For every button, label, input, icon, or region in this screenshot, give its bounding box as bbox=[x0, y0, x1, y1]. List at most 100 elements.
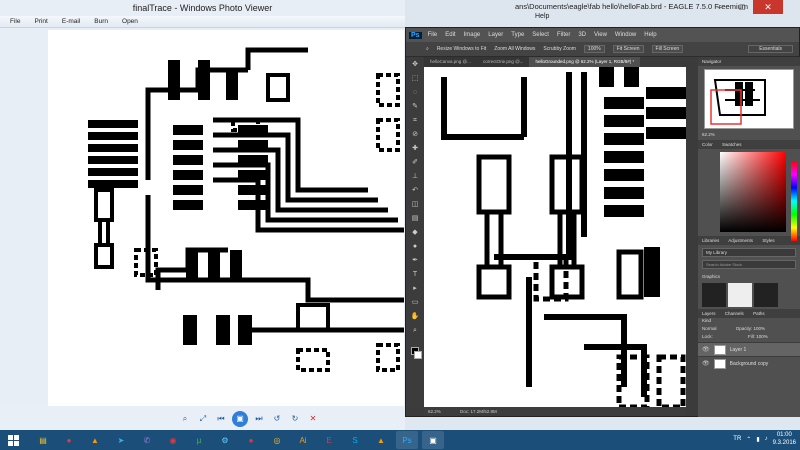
hand-graphic-thumb[interactable] bbox=[754, 283, 778, 307]
eagle-help-menu[interactable]: Help bbox=[535, 13, 549, 20]
menu-file[interactable]: File bbox=[10, 16, 20, 27]
brush-tool-icon[interactable]: ✐ bbox=[409, 157, 421, 169]
layer-filter-kind[interactable]: Kind bbox=[698, 318, 800, 326]
ps-menu-image[interactable]: Image bbox=[464, 32, 481, 38]
eyedropper-tool-icon[interactable]: ⊘ bbox=[409, 129, 421, 141]
paths-tab[interactable]: Paths bbox=[753, 311, 765, 316]
shape-tool-icon[interactable]: ▭ bbox=[409, 297, 421, 309]
blend-mode-value[interactable]: Normal bbox=[702, 326, 717, 331]
doc-tab[interactable]: helloCanva.png @... bbox=[424, 57, 477, 67]
healing-tool-icon[interactable]: ✚ bbox=[409, 143, 421, 155]
ps-menu-3d[interactable]: 3D bbox=[578, 32, 586, 38]
history-brush-tool-icon[interactable]: ↶ bbox=[409, 185, 421, 197]
ps-menu-layer[interactable]: Layer bbox=[488, 32, 503, 38]
gradient-tool-icon[interactable]: ▤ bbox=[409, 213, 421, 225]
doc-tab-active[interactable]: helloGrounded.png @ 62.2% (Layer 1, RGB/… bbox=[529, 57, 641, 67]
start-button[interactable] bbox=[0, 430, 26, 450]
hand-graphic-thumb[interactable] bbox=[728, 283, 752, 307]
workspace-dropdown[interactable]: Essentials bbox=[748, 45, 793, 53]
eraser-tool-icon[interactable]: ◫ bbox=[409, 199, 421, 211]
library-dropdown[interactable]: My Library bbox=[702, 248, 796, 257]
menu-burn[interactable]: Burn bbox=[94, 16, 108, 27]
navigator-thumbnail[interactable] bbox=[704, 69, 794, 129]
language-indicator[interactable]: TR bbox=[733, 436, 741, 442]
scrubby-zoom-checkbox[interactable]: Scrubby Zoom bbox=[543, 46, 576, 52]
ps-menu-file[interactable]: File bbox=[428, 32, 438, 38]
eagle-app-icon[interactable]: E bbox=[318, 431, 340, 449]
minimize-icon[interactable]: – bbox=[709, 0, 731, 14]
record-icon[interactable]: ● bbox=[240, 431, 262, 449]
delete-icon[interactable]: ✕ bbox=[306, 412, 320, 426]
ps-menu-type[interactable]: Type bbox=[511, 32, 524, 38]
quick-select-tool-icon[interactable]: ✎ bbox=[409, 101, 421, 113]
zoom-100-button[interactable]: 100% bbox=[583, 45, 605, 53]
visibility-eye-icon[interactable]: 👁 bbox=[702, 360, 710, 367]
photoshop-canvas[interactable] bbox=[424, 67, 686, 407]
libraries-tab[interactable]: Libraries bbox=[702, 238, 719, 243]
prev-icon[interactable]: ⏮ bbox=[214, 412, 228, 426]
chat-app-icon[interactable]: ● bbox=[58, 431, 80, 449]
fill-value[interactable]: Fill: 100% bbox=[748, 334, 768, 339]
resize-windows-checkbox[interactable]: Resize Windows to Fit bbox=[437, 46, 486, 52]
chrome-icon[interactable]: ◎ bbox=[266, 431, 288, 449]
file-explorer-icon[interactable]: ▤ bbox=[32, 431, 54, 449]
navigator-zoom[interactable]: 62.2% bbox=[698, 132, 800, 140]
viber-icon[interactable]: ✆ bbox=[136, 431, 158, 449]
media-app-icon[interactable]: ◉ bbox=[162, 431, 184, 449]
menu-email[interactable]: E-mail bbox=[62, 16, 80, 27]
layers-tab[interactable]: Layers bbox=[702, 311, 716, 316]
layer-item[interactable]: 👁 Layer 1 bbox=[698, 342, 800, 356]
color-picker-field[interactable] bbox=[720, 152, 786, 232]
channels-tab[interactable]: Channels bbox=[725, 311, 744, 316]
layer-item[interactable]: 👁 Background copy bbox=[698, 356, 800, 370]
ps-menu-select[interactable]: Select bbox=[532, 32, 549, 38]
torrent-icon[interactable]: µ bbox=[188, 431, 210, 449]
adjustments-tab[interactable]: Adjustments bbox=[728, 238, 753, 243]
close-icon[interactable]: ✕ bbox=[753, 0, 783, 14]
background-color-swatch[interactable] bbox=[414, 351, 422, 359]
navigator-tab[interactable]: Navigator bbox=[702, 59, 721, 64]
visibility-eye-icon[interactable]: 👁 bbox=[702, 346, 710, 353]
photo-viewer-taskbar-icon[interactable]: ▣ bbox=[422, 431, 444, 449]
fit-icon[interactable]: ⤢ bbox=[196, 412, 210, 426]
zoom-tool-icon[interactable]: ⌕ bbox=[426, 46, 429, 52]
dodge-tool-icon[interactable]: ● bbox=[409, 241, 421, 253]
ps-menu-filter[interactable]: Filter bbox=[557, 32, 570, 38]
styles-tab[interactable]: Styles bbox=[762, 238, 774, 243]
color-tab[interactable]: Color bbox=[702, 142, 713, 147]
volume-icon[interactable]: ♪ bbox=[765, 436, 768, 442]
menu-print[interactable]: Print bbox=[34, 16, 47, 27]
tool-icon[interactable]: ⚙ bbox=[214, 431, 236, 449]
skype-icon[interactable]: S bbox=[344, 431, 366, 449]
path-select-tool-icon[interactable]: ▸ bbox=[409, 283, 421, 295]
zoom-all-windows-checkbox[interactable]: Zoom All Windows bbox=[494, 46, 535, 52]
doc-tab[interactable]: correctOrie.png @... bbox=[476, 57, 530, 67]
swatches-tab[interactable]: Swatches bbox=[722, 142, 742, 147]
type-tool-icon[interactable]: T bbox=[409, 269, 421, 281]
move-tool-icon[interactable]: ✥ bbox=[409, 59, 421, 71]
rotate-right-icon[interactable]: ↻ bbox=[288, 412, 302, 426]
zoom-icon[interactable]: ⌕ bbox=[178, 412, 192, 426]
menu-open[interactable]: Open bbox=[122, 16, 138, 27]
network-icon[interactable]: ▮ bbox=[756, 436, 759, 443]
telegram-icon[interactable]: ➤ bbox=[110, 431, 132, 449]
zoom-tool-icon[interactable]: ⌕ bbox=[409, 325, 421, 337]
photoshop-taskbar-icon[interactable]: Ps bbox=[396, 431, 418, 449]
fill-screen-button[interactable]: Fill Screen bbox=[651, 45, 684, 53]
lasso-tool-icon[interactable]: ◌ bbox=[409, 87, 421, 99]
fit-screen-button[interactable]: Fit Screen bbox=[612, 45, 644, 53]
stamp-tool-icon[interactable]: ⊥ bbox=[409, 171, 421, 183]
opacity-value[interactable]: Opacity: 100% bbox=[736, 326, 765, 331]
vlc-icon[interactable]: ▲ bbox=[84, 431, 106, 449]
marquee-tool-icon[interactable]: ⬚ bbox=[409, 73, 421, 85]
ps-menu-help[interactable]: Help bbox=[644, 32, 656, 38]
ps-menu-edit[interactable]: Edit bbox=[445, 32, 455, 38]
maximize-icon[interactable]: □ bbox=[731, 0, 753, 14]
stock-search-input[interactable]: Search Adobe Stock bbox=[702, 260, 796, 269]
vlc-player-icon[interactable]: ▲ bbox=[370, 431, 392, 449]
hue-slider[interactable] bbox=[791, 161, 797, 241]
ps-menu-window[interactable]: Window bbox=[615, 32, 636, 38]
crop-tool-icon[interactable]: ⌗ bbox=[409, 115, 421, 127]
graphic-thumb[interactable] bbox=[702, 283, 726, 307]
hand-tool-icon[interactable]: ✋ bbox=[409, 311, 421, 323]
